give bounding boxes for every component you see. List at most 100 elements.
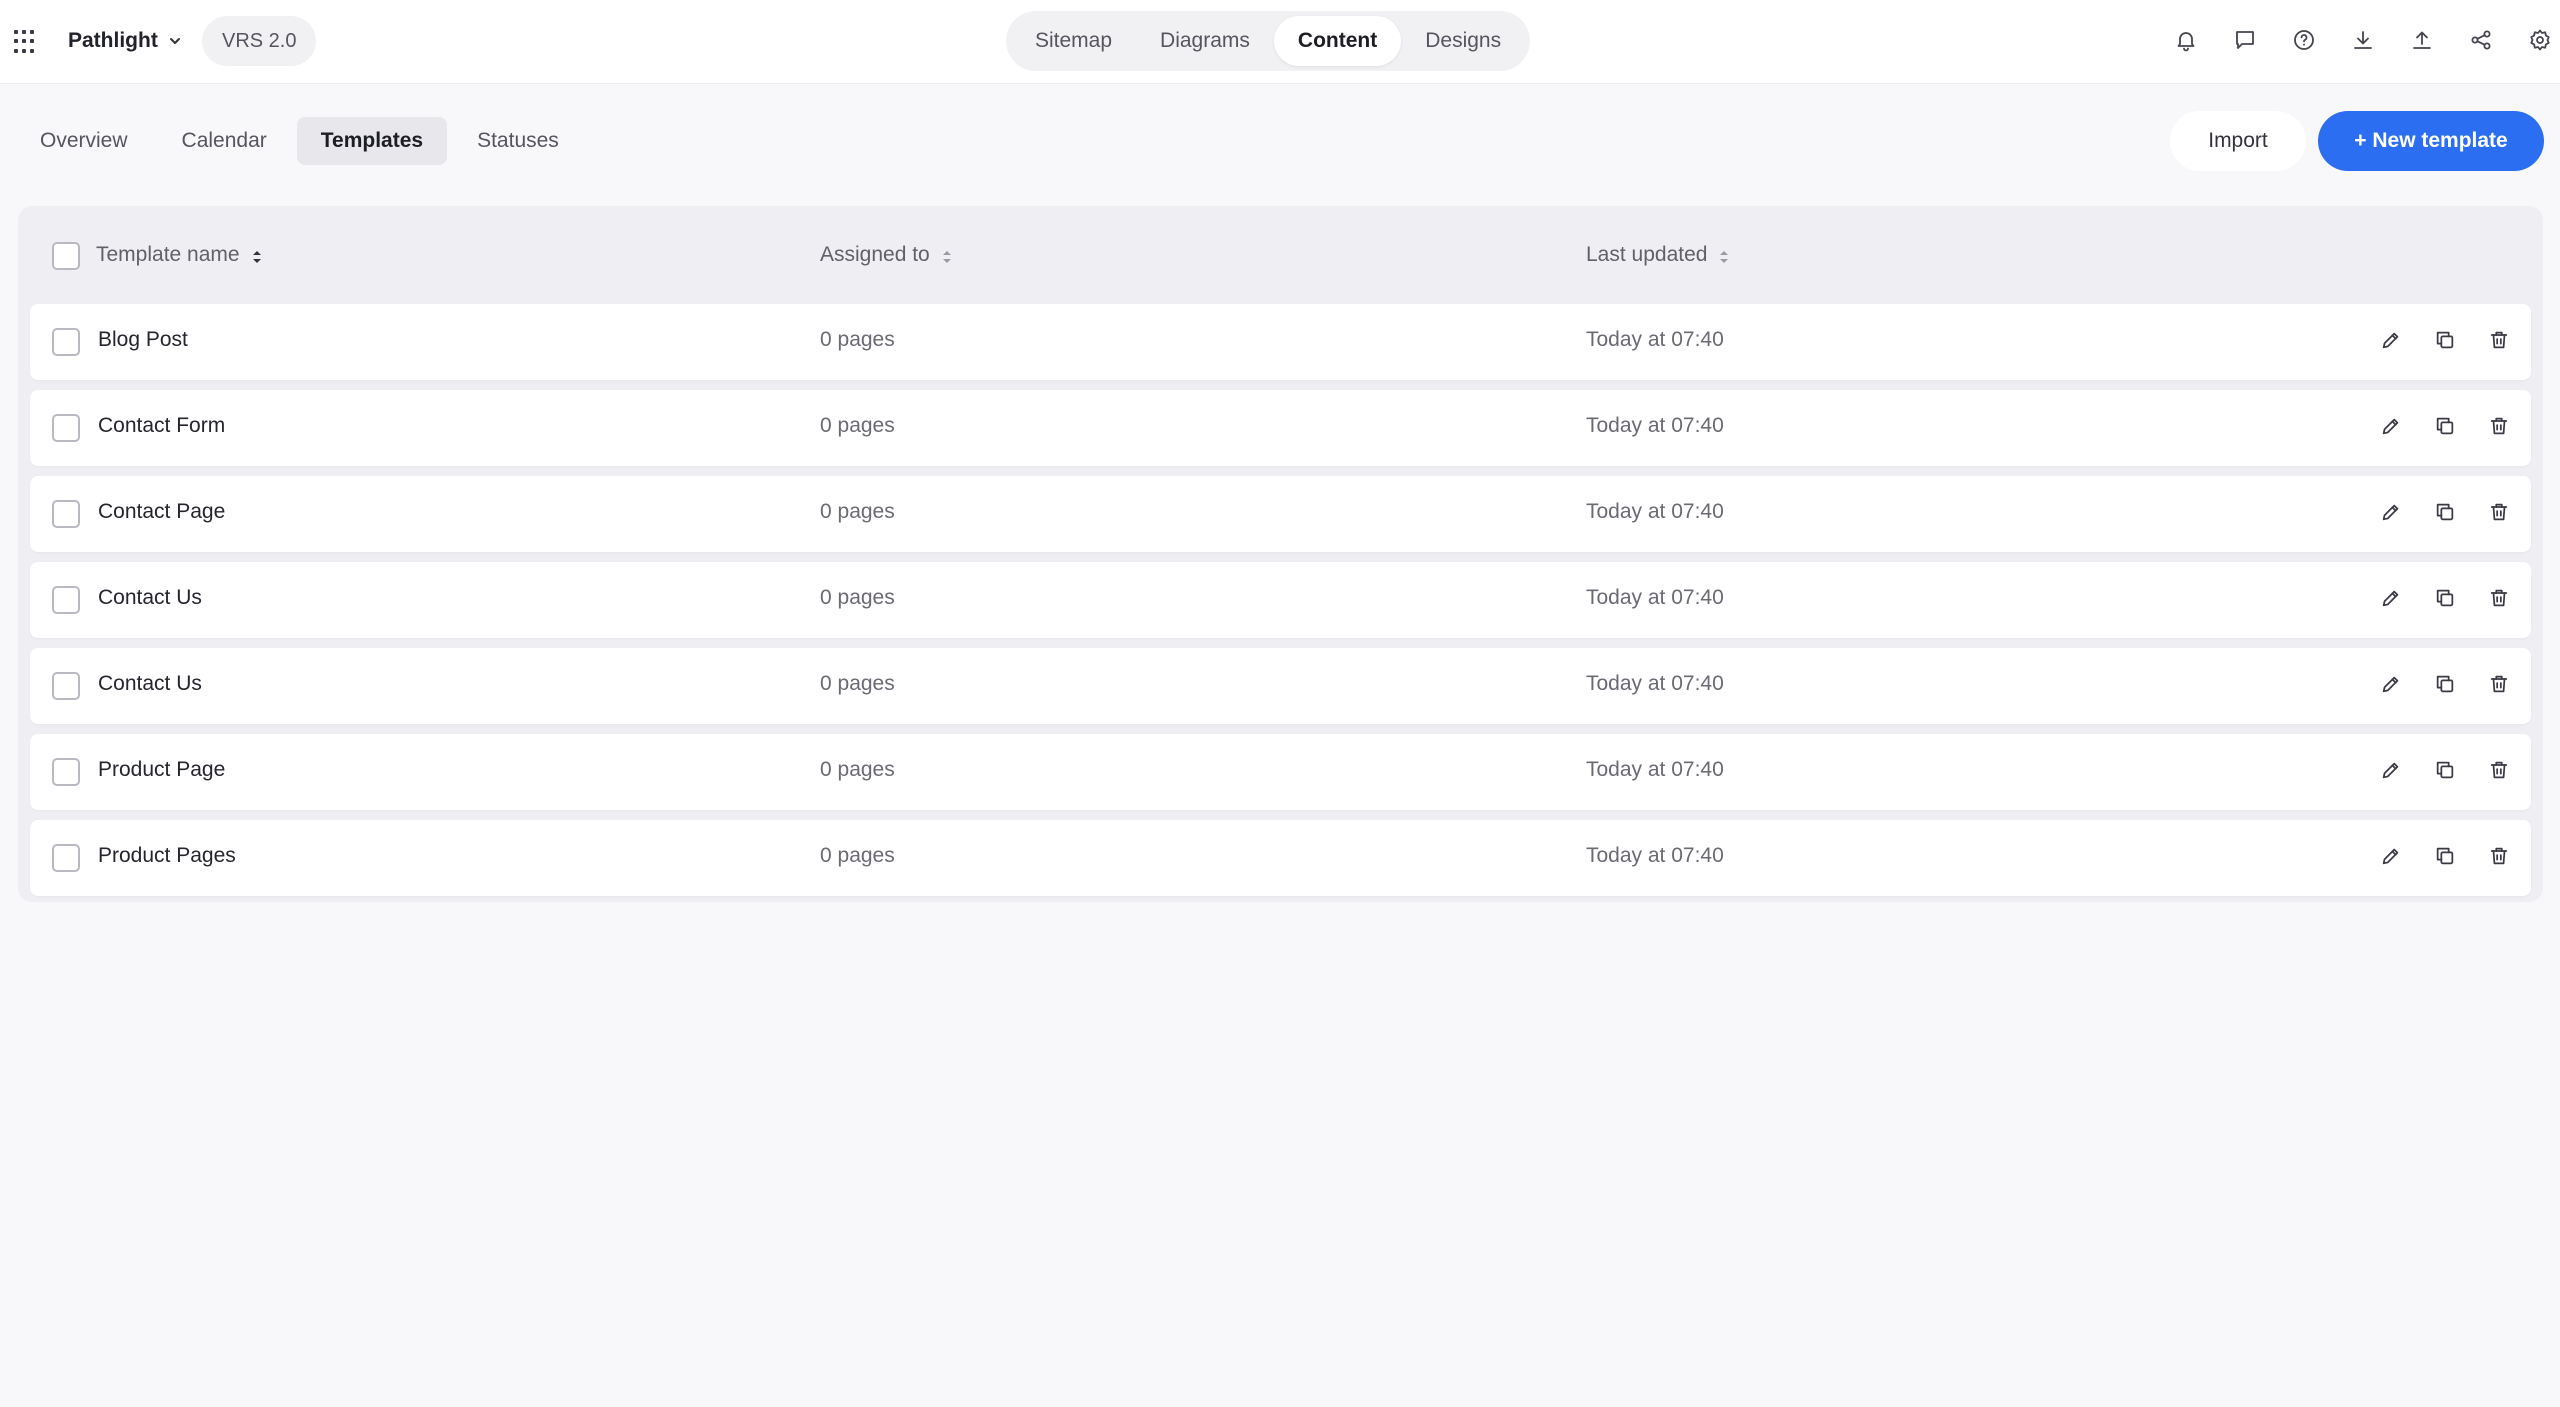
project-name: Pathlight — [68, 29, 158, 52]
share-icon[interactable] — [2463, 22, 2499, 58]
select-all-checkbox[interactable] — [52, 242, 80, 270]
subtab-overview[interactable]: Overview — [16, 117, 152, 165]
last-updated: Today at 07:40 — [1586, 758, 1724, 781]
last-updated: Today at 07:40 — [1586, 414, 1724, 437]
duplicate-icon[interactable] — [2429, 324, 2461, 356]
trash-icon[interactable] — [2483, 840, 2515, 872]
project-switcher[interactable]: Pathlight — [68, 26, 182, 56]
trash-icon[interactable] — [2483, 754, 2515, 786]
row-actions — [2375, 840, 2515, 872]
sort-icon — [1719, 247, 1729, 263]
trash-icon[interactable] — [2483, 668, 2515, 700]
templates-table: Template name Assigned to Last updated B… — [18, 206, 2543, 902]
duplicate-icon[interactable] — [2429, 582, 2461, 614]
bell-icon[interactable] — [2168, 22, 2204, 58]
edit-icon[interactable] — [2375, 754, 2407, 786]
table-row[interactable]: Product Pages 0 pages Today at 07:40 — [30, 820, 2531, 896]
template-name: Product Page — [98, 758, 226, 781]
app-grid-icon[interactable] — [14, 30, 38, 54]
last-updated: Today at 07:40 — [1586, 586, 1724, 609]
column-label: Last updated — [1586, 243, 1708, 266]
gear-icon[interactable] — [2522, 22, 2558, 58]
last-updated: Today at 07:40 — [1586, 672, 1724, 695]
row-checkbox[interactable] — [52, 758, 80, 786]
row-checkbox[interactable] — [52, 414, 80, 442]
tab-sitemap[interactable]: Sitemap — [1011, 16, 1136, 66]
duplicate-icon[interactable] — [2429, 754, 2461, 786]
table-row[interactable]: Contact Form 0 pages Today at 07:40 — [30, 390, 2531, 466]
tab-designs[interactable]: Designs — [1401, 16, 1525, 66]
column-label: Template name — [96, 243, 240, 266]
trash-icon[interactable] — [2483, 410, 2515, 442]
upload-icon[interactable] — [2404, 22, 2440, 58]
table-row[interactable]: Product Page 0 pages Today at 07:40 — [30, 734, 2531, 810]
sort-icon — [252, 247, 262, 263]
help-icon[interactable] — [2286, 22, 2322, 58]
edit-icon[interactable] — [2375, 582, 2407, 614]
edit-icon[interactable] — [2375, 410, 2407, 442]
assigned-to: 0 pages — [820, 414, 895, 437]
version-label: VRS 2.0 — [222, 29, 297, 52]
tab-diagrams[interactable]: Diagrams — [1136, 16, 1274, 66]
column-header-assigned-to[interactable]: Assigned to — [820, 240, 952, 270]
duplicate-icon[interactable] — [2429, 668, 2461, 700]
row-actions — [2375, 582, 2515, 614]
column-header-template-name[interactable]: Template name — [96, 240, 262, 270]
chevron-down-icon — [169, 38, 180, 44]
comment-icon[interactable] — [2227, 22, 2263, 58]
row-checkbox[interactable] — [52, 500, 80, 528]
trash-icon[interactable] — [2483, 324, 2515, 356]
table-row[interactable]: Contact Us 0 pages Today at 07:40 — [30, 562, 2531, 638]
template-name: Contact Us — [98, 672, 202, 695]
sort-icon — [942, 247, 952, 263]
row-actions — [2375, 324, 2515, 356]
duplicate-icon[interactable] — [2429, 840, 2461, 872]
template-name: Contact Us — [98, 586, 202, 609]
assigned-to: 0 pages — [820, 758, 895, 781]
row-checkbox[interactable] — [52, 586, 80, 614]
import-button[interactable]: Import — [2170, 111, 2306, 171]
version-badge[interactable]: VRS 2.0 — [202, 16, 317, 66]
row-checkbox[interactable] — [52, 672, 80, 700]
template-name: Blog Post — [98, 328, 188, 351]
duplicate-icon[interactable] — [2429, 496, 2461, 528]
last-updated: Today at 07:40 — [1586, 328, 1724, 351]
subtab-statuses[interactable]: Statuses — [453, 117, 583, 165]
row-checkbox[interactable] — [52, 328, 80, 356]
row-actions — [2375, 496, 2515, 528]
toolbar-icons — [2168, 22, 2558, 58]
top-bar: Pathlight VRS 2.0 Sitemap Diagrams Conte… — [0, 0, 2560, 84]
trash-icon[interactable] — [2483, 582, 2515, 614]
main-tab-bar: Sitemap Diagrams Content Designs — [1006, 11, 1531, 71]
assigned-to: 0 pages — [820, 672, 895, 695]
tab-content[interactable]: Content — [1273, 16, 1402, 66]
table-header: Template name Assigned to Last updated — [18, 206, 2543, 302]
edit-icon[interactable] — [2375, 668, 2407, 700]
trash-icon[interactable] — [2483, 496, 2515, 528]
row-checkbox[interactable] — [52, 844, 80, 872]
assigned-to: 0 pages — [820, 844, 895, 867]
new-template-button[interactable]: + New template — [2318, 111, 2544, 171]
duplicate-icon[interactable] — [2429, 410, 2461, 442]
edit-icon[interactable] — [2375, 496, 2407, 528]
column-label: Assigned to — [820, 243, 930, 266]
download-icon[interactable] — [2345, 22, 2381, 58]
table-row[interactable]: Contact Us 0 pages Today at 07:40 — [30, 648, 2531, 724]
subtab-calendar[interactable]: Calendar — [158, 117, 291, 165]
sub-nav: Overview Calendar Templates Statuses — [16, 116, 583, 166]
row-actions — [2375, 754, 2515, 786]
row-actions — [2375, 410, 2515, 442]
row-actions — [2375, 668, 2515, 700]
edit-icon[interactable] — [2375, 840, 2407, 872]
assigned-to: 0 pages — [820, 328, 895, 351]
column-header-last-updated[interactable]: Last updated — [1586, 240, 1729, 270]
table-row[interactable]: Contact Page 0 pages Today at 07:40 — [30, 476, 2531, 552]
table-body: Blog Post 0 pages Today at 07:40 Contact… — [30, 304, 2531, 906]
last-updated: Today at 07:40 — [1586, 844, 1724, 867]
table-row[interactable]: Blog Post 0 pages Today at 07:40 — [30, 304, 2531, 380]
subtab-templates[interactable]: Templates — [296, 117, 448, 165]
assigned-to: 0 pages — [820, 500, 895, 523]
edit-icon[interactable] — [2375, 324, 2407, 356]
assigned-to: 0 pages — [820, 586, 895, 609]
template-name: Contact Page — [98, 500, 226, 523]
